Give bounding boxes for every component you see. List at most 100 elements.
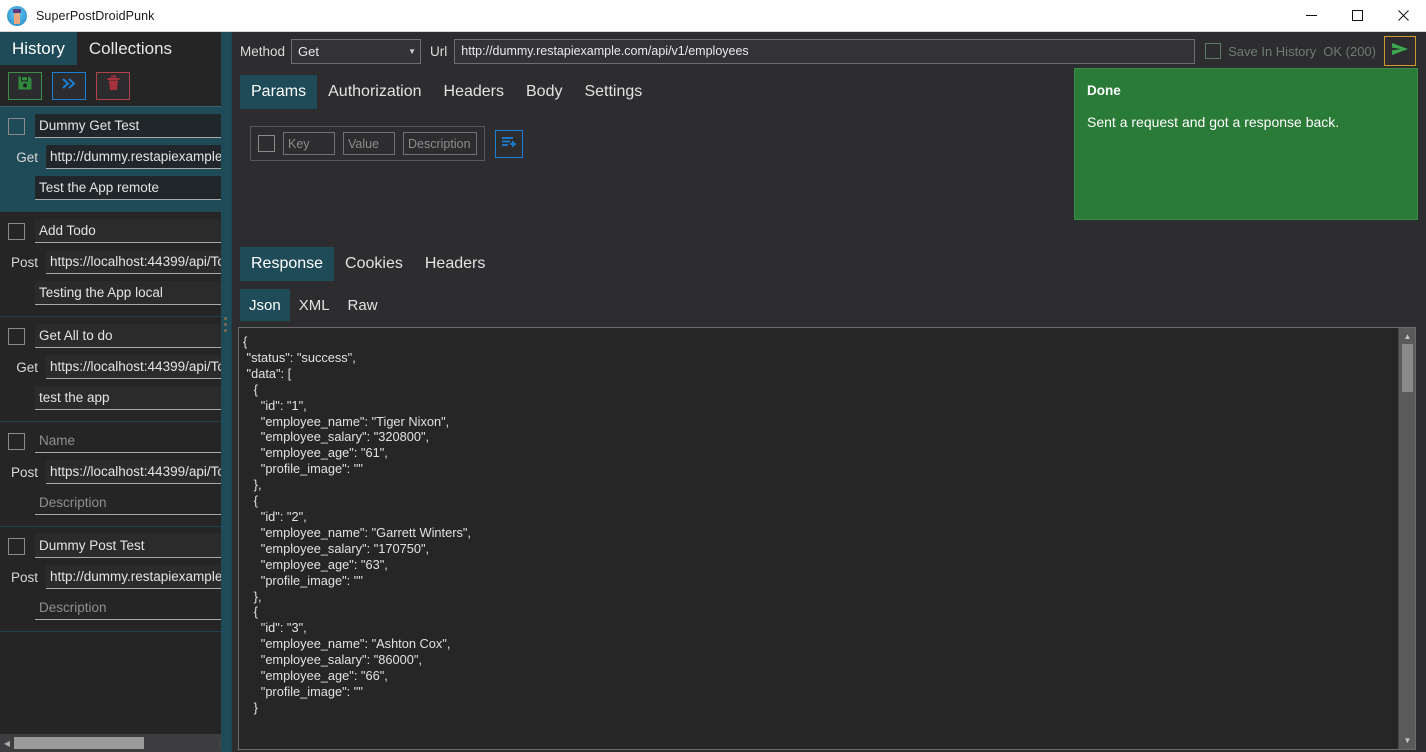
tab-headers[interactable]: Headers	[414, 247, 496, 281]
tab-authorization[interactable]: Authorization	[317, 75, 432, 109]
response-format-tabs[interactable]: Json XML Raw	[238, 289, 1416, 321]
send-arrow-icon	[1390, 41, 1410, 62]
history-item-url[interactable]: http://dummy.restapiexample.co	[46, 145, 223, 169]
param-key-input[interactable]: Key	[283, 132, 335, 155]
sidebar-vertical-scrollbar[interactable]	[221, 32, 231, 752]
history-item-method: Post	[10, 254, 38, 270]
history-item-checkbox[interactable]	[8, 537, 25, 555]
history-item-method: Post	[10, 464, 38, 480]
window-controls	[1288, 0, 1426, 32]
tab-label: Params	[251, 83, 307, 100]
maximize-icon[interactable]	[1334, 0, 1380, 32]
history-item-description-row: Test the App remote	[8, 175, 223, 201]
history-item[interactable]: Dummy Post Test Post http://dummy.restapie…	[0, 527, 231, 632]
close-icon[interactable]	[1380, 0, 1426, 32]
history-item-description-row: Testing the App local	[8, 280, 223, 306]
tab-history[interactable]: History	[0, 32, 77, 65]
history-item-checkbox[interactable]	[8, 432, 25, 450]
history-item-name[interactable]: Dummy Get Test	[35, 114, 223, 138]
tab-label: Response	[251, 255, 324, 272]
history-item[interactable]: Add Todo Post https://localhost:44399/api/…	[0, 212, 231, 317]
history-item-checkbox[interactable]	[8, 222, 25, 240]
tab-response[interactable]: Response	[240, 247, 335, 281]
sidebar-tabs: History Collections	[0, 32, 231, 65]
history-item-description[interactable]: Test the App remote	[35, 176, 223, 200]
scrollbar-thumb[interactable]	[14, 737, 144, 749]
sidebar: History Collections Dummy Get Test Get h…	[0, 32, 232, 752]
status-badge: OK (200)	[1323, 43, 1376, 59]
toast-notification[interactable]: Done Sent a request and got a response b…	[1074, 68, 1418, 220]
drag-handle-dots-icon[interactable]	[224, 317, 228, 332]
response-tabs[interactable]: Response Cookies Headers	[238, 247, 1416, 281]
history-item-url-row: Post https://localhost:44399/api/Tod	[8, 249, 223, 275]
delete-button[interactable]	[96, 71, 130, 100]
tab-headers[interactable]: Headers	[433, 75, 515, 109]
history-item-name-row: Name	[8, 428, 223, 454]
param-value-placeholder: Value	[348, 136, 380, 151]
history-item-url[interactable]: http://dummy.restapiexample.c	[46, 565, 223, 589]
send-all-button[interactable]	[52, 71, 86, 100]
tab-cookies[interactable]: Cookies	[334, 247, 414, 281]
history-item-url[interactable]: https://localhost:44399/api/Tok	[46, 460, 223, 484]
tab-settings[interactable]: Settings	[573, 75, 653, 109]
response-scrollbar-thumb[interactable]	[1402, 344, 1413, 392]
send-button[interactable]	[1384, 36, 1416, 66]
window-title: SuperPostDroidPunk	[36, 8, 155, 23]
add-param-button[interactable]	[495, 129, 523, 158]
history-item-description[interactable]: Description	[35, 491, 223, 515]
param-enabled-checkbox[interactable]	[258, 135, 275, 152]
history-item-method: Get	[16, 359, 38, 375]
history-item-checkbox[interactable]	[8, 117, 25, 135]
history-item-description-row: Description	[8, 490, 223, 516]
tab-xml[interactable]: XML	[290, 289, 339, 321]
tab-label: Headers	[424, 255, 486, 272]
scroll-left-arrow-icon[interactable]: ◀	[0, 739, 14, 748]
scroll-up-arrow-icon[interactable]: ▲	[1399, 329, 1416, 344]
history-item-url[interactable]: https://localhost:44399/api/Todo	[46, 355, 223, 379]
history-item-url-row: Post http://dummy.restapiexample.c	[8, 564, 223, 590]
trash-icon	[106, 75, 121, 96]
response-vertical-scrollbar[interactable]: ▲ ▼	[1398, 328, 1415, 749]
history-item-url-row: Post https://localhost:44399/api/Tok	[8, 459, 223, 485]
tab-params[interactable]: Params	[240, 75, 318, 109]
history-item-name[interactable]: Add Todo	[35, 219, 223, 243]
sidebar-horizontal-scrollbar[interactable]: ◀ ▶	[0, 734, 231, 752]
tab-collections[interactable]: Collections	[77, 32, 184, 65]
tab-raw[interactable]: Raw	[339, 289, 387, 321]
history-item-name[interactable]: Get All to do	[35, 324, 223, 348]
history-item-name-row: Dummy Get Test	[8, 113, 223, 139]
history-item-name[interactable]: Name	[35, 429, 223, 453]
method-select[interactable]: Get ▼	[291, 38, 422, 64]
save-in-history-checkbox[interactable]	[1205, 43, 1222, 59]
tab-label: XML	[298, 296, 330, 314]
save-in-history-group[interactable]: Save In History OK (200)	[1195, 43, 1384, 59]
tab-body[interactable]: Body	[515, 75, 573, 109]
history-item[interactable]: Dummy Get Test Get http://dummy.restapiexa…	[0, 107, 231, 212]
history-item-description[interactable]: test the app	[35, 386, 223, 410]
tab-json[interactable]: Json	[240, 289, 290, 321]
app-avatar-icon	[7, 5, 27, 26]
tab-label: Body	[526, 83, 563, 100]
history-item-method: Get	[16, 149, 38, 165]
save-button[interactable]	[8, 71, 42, 100]
title-bar: SuperPostDroidPunk	[0, 0, 1426, 32]
param-description-input[interactable]: Description	[403, 132, 477, 155]
param-value-input[interactable]: Value	[343, 132, 395, 155]
scroll-down-arrow-icon[interactable]: ▼	[1399, 733, 1416, 748]
history-item-url[interactable]: https://localhost:44399/api/Tod	[46, 250, 223, 274]
history-item-description[interactable]: Testing the App local	[35, 281, 223, 305]
history-item-name[interactable]: Dummy Post Test	[35, 534, 223, 558]
history-item-name-row: Get All to do	[8, 323, 223, 349]
chevron-down-icon: ▼	[408, 46, 417, 56]
url-input-value: http://dummy.restapiexample.com/api/v1/e…	[461, 44, 749, 58]
history-item[interactable]: Get All to do Get https://localhost:44399/…	[0, 317, 231, 422]
param-entry-group: Key Value Description	[250, 126, 485, 161]
history-list[interactable]: Dummy Get Test Get http://dummy.restapiexa…	[0, 107, 231, 734]
history-item-checkbox[interactable]	[8, 327, 25, 345]
param-description-placeholder: Description	[408, 136, 471, 151]
minimize-icon[interactable]	[1288, 0, 1334, 32]
url-input[interactable]: http://dummy.restapiexample.com/api/v1/e…	[454, 38, 1196, 64]
history-item[interactable]: Name Post https://localhost:44399/api/Tok D…	[0, 422, 231, 527]
history-item-name-row: Dummy Post Test	[8, 533, 223, 559]
history-item-description[interactable]: Description	[35, 596, 223, 620]
